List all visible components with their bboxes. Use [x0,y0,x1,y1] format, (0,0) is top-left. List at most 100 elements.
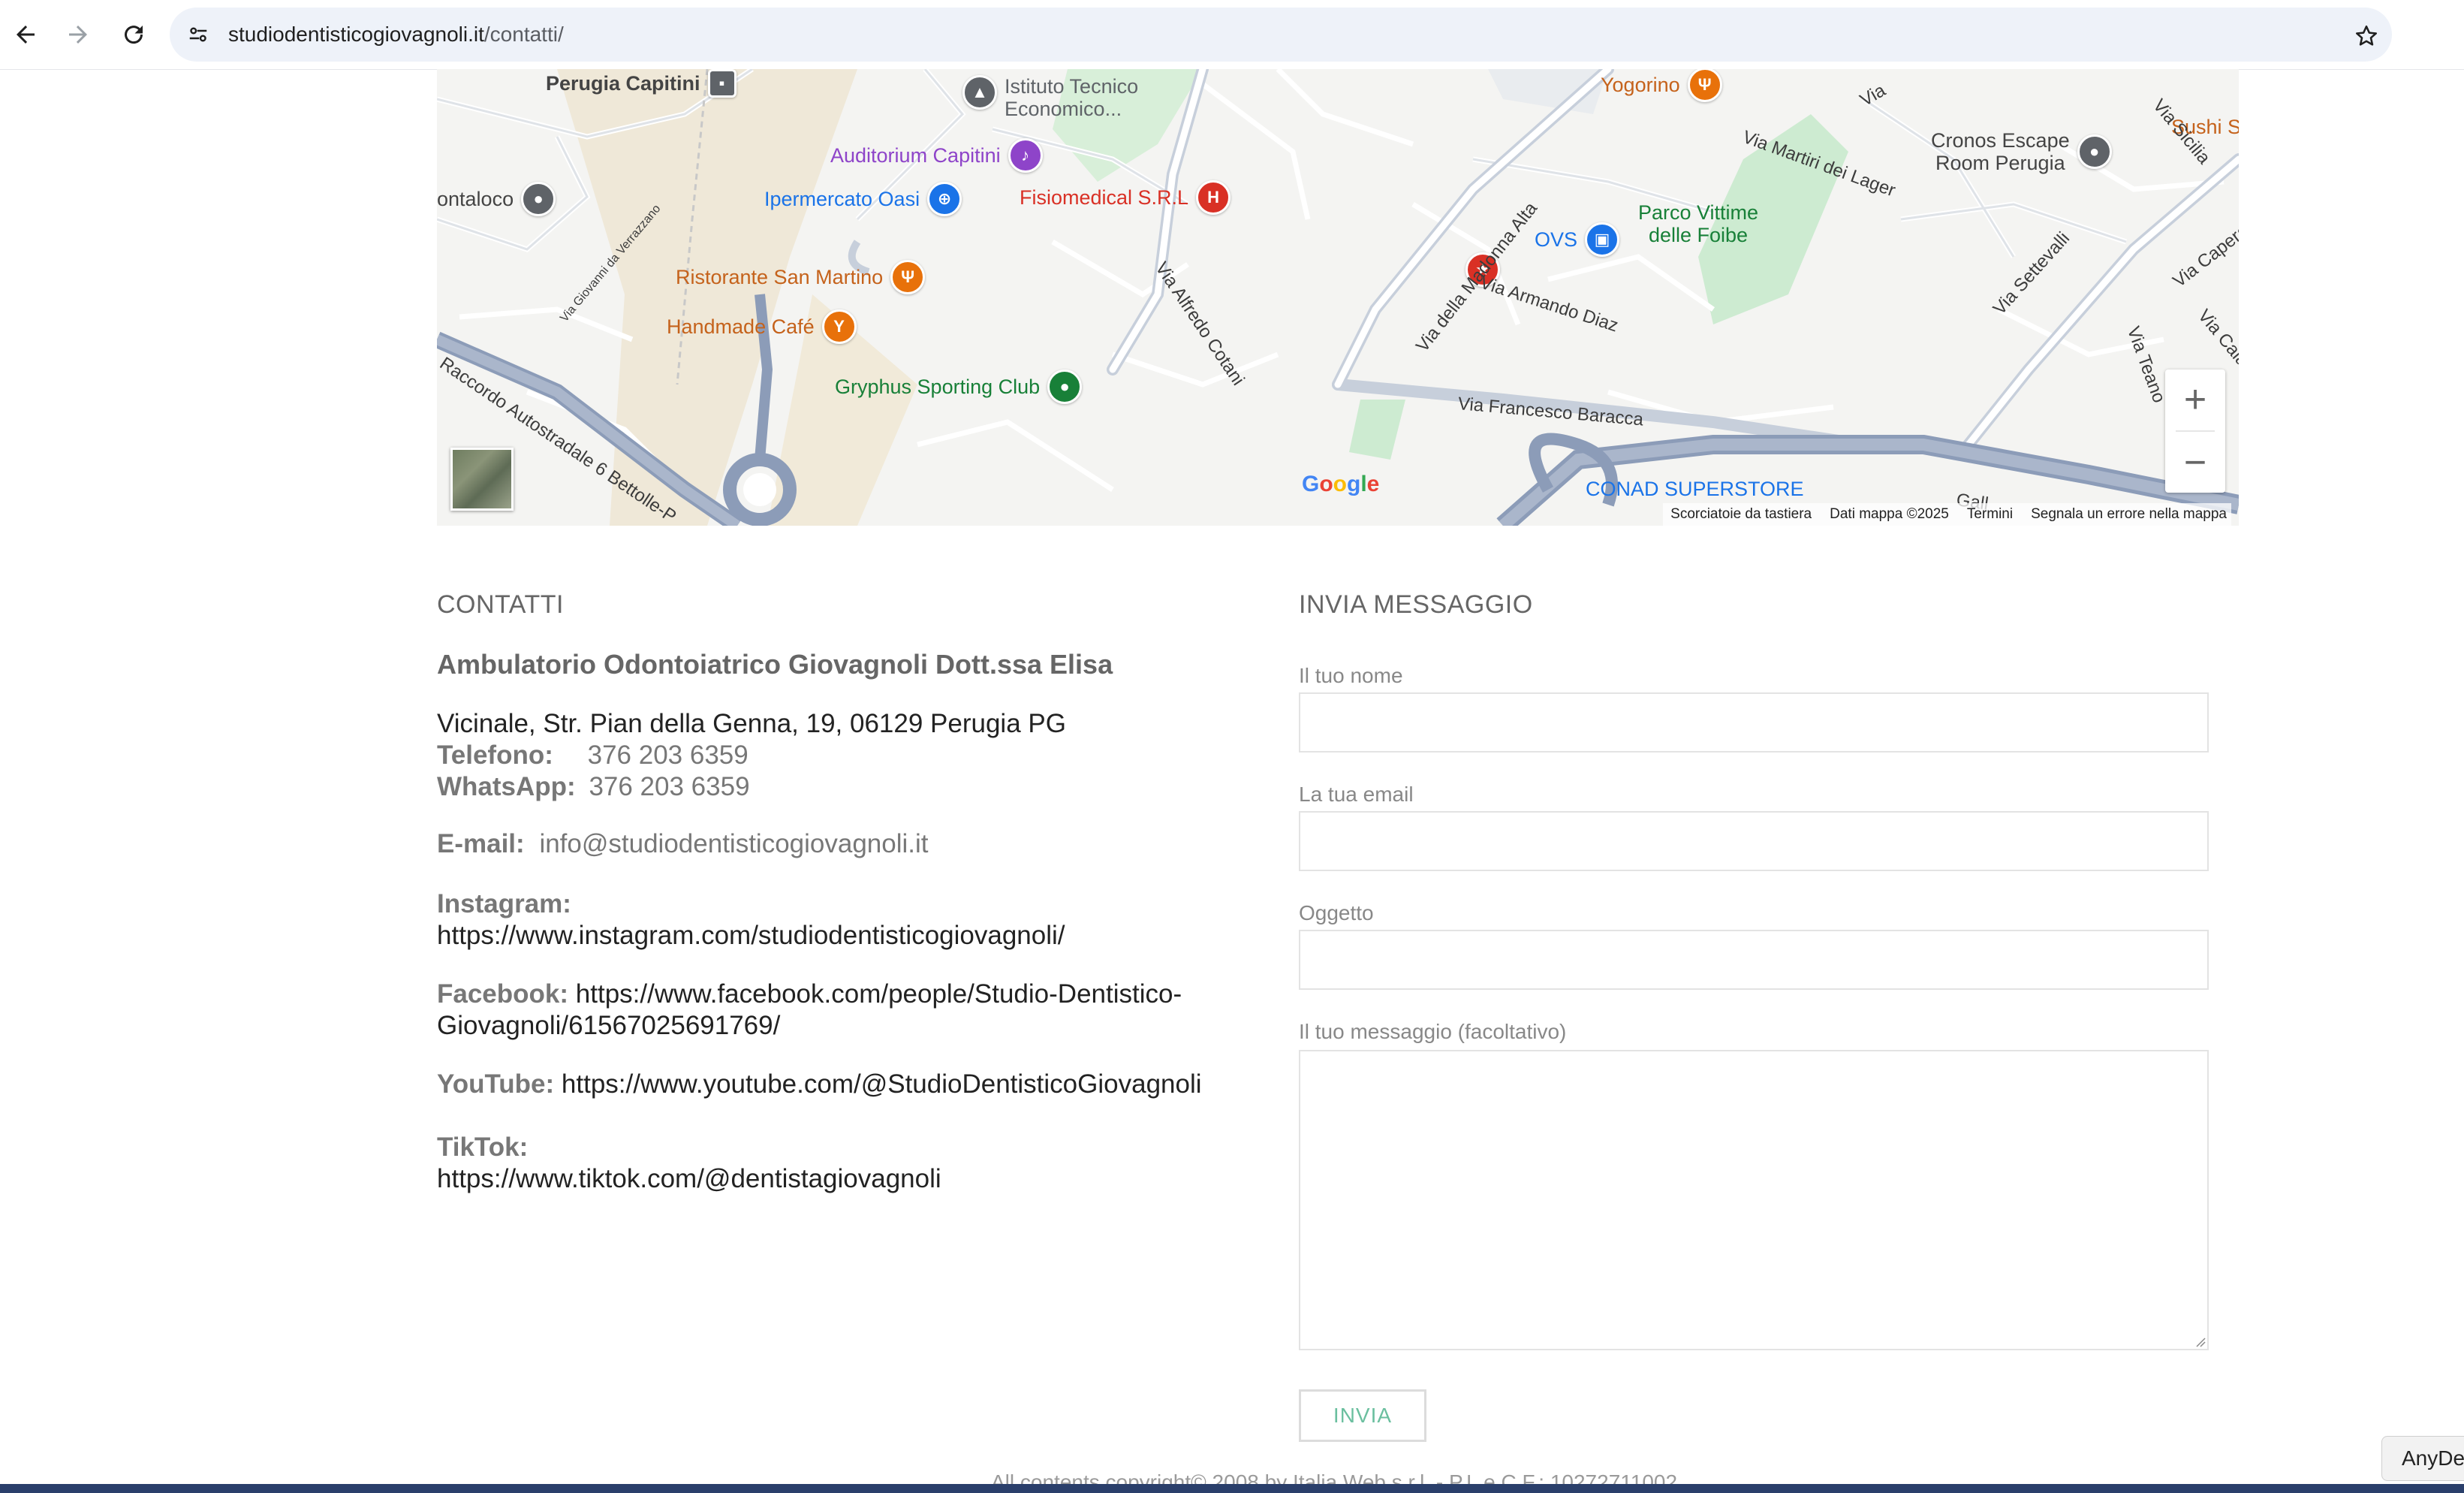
tiktok-link[interactable]: https://www.tiktok.com/@dentistagiovagno… [437,1164,941,1194]
tiktok-label: TikTok: [437,1133,529,1162]
resize-grip-icon[interactable] [2194,1335,2206,1347]
sport-icon: ● [1047,369,1083,404]
poi-label: Gryphus Sporting Club [835,375,1041,398]
site-info-button[interactable] [182,18,215,51]
email-input[interactable] [1300,813,2207,870]
map-attribution: Scorciatoie da tastiera Dati mappa ©2025… [1663,503,2231,526]
poi-label: Ristorante San Martino [676,265,884,288]
facebook-link-cont[interactable]: Giovagnoli/61567025691769/ [437,1011,780,1041]
url-path: /contatti/ [483,23,564,46]
facebook-label: Facebook: [437,979,569,1009]
email-link[interactable]: info@studiodentisticogiovagnoli.it [539,829,928,858]
poi-label: Yogorino [1601,73,1680,96]
reload-button[interactable] [113,14,155,56]
poi-label: Istituto Tecnico Economico... [1005,75,1139,120]
youtube-line: YouTube: https://www.youtube.com/@Studio… [437,1069,1202,1099]
phone-label: Telefono: [437,740,553,770]
zoom-controls: + − [2165,369,2225,493]
contacts-title: CONTATTI [437,590,564,619]
poi-ristorante-san-martino[interactable]: Ristorante San Martino Ψ [676,260,926,294]
school-icon: ▲ [962,75,997,110]
back-button[interactable] [5,14,47,56]
url-text[interactable]: studiodentisticogiovagnoli.it/contatti/ [228,8,564,62]
poi-gryphus-sporting-club[interactable]: Gryphus Sporting Club ● [835,369,1083,404]
instagram-label-line: Instagram: [437,889,571,919]
youtube-label: YouTube: [437,1069,555,1099]
poi-handmade-cafe[interactable]: Handmade Café Y [667,309,857,344]
email-label: E-mail: [437,829,525,858]
poi-label: Fisiomedical S.R.L [1020,185,1189,209]
submit-button[interactable]: INVIA [1299,1389,1426,1442]
poi-perugia-capitini[interactable]: Perugia Capitini ▪ [546,69,736,98]
whatsapp-value[interactable]: 376 203 6359 [589,772,749,801]
poi-label: ontaloco [437,187,514,210]
poi-ovs[interactable]: OVS ▣ [1535,222,1620,257]
subject-label: Oggetto [1299,901,1374,924]
clinic-name: Ambulatorio Odontoiatrico Giovagnoli Dot… [437,649,1113,680]
poi-label: OVS [1535,228,1578,251]
youtube-link[interactable]: https://www.youtube.com/@StudioDentistic… [562,1069,1202,1099]
browser-toolbar: studiodentisticogiovagnoli.it/contatti/ [0,0,2464,70]
poi-label: Handmade Café [667,315,815,338]
poi-istituto-tecnico[interactable]: ▲ Istituto Tecnico Economico... [962,75,1138,120]
arrow-right-icon [69,26,87,44]
poi-conad-superstore[interactable]: CONAD SUPERSTORE [1586,478,1804,501]
phone-value[interactable]: 376 203 6359 [588,740,749,770]
poi-cronos-escape-room[interactable]: Cronos Escape Room Perugia ● [1931,129,2112,174]
poi-label: Perugia Capitini [546,71,700,95]
tune-icon [189,27,207,42]
instagram-label: Instagram: [437,889,571,918]
poi-ipermercato-oasi[interactable]: Ipermercato Oasi ⊕ [764,182,962,216]
message-textarea[interactable] [1299,1050,2209,1350]
terms-link[interactable]: Termini [1967,506,2013,523]
poi-label: CONAD SUPERSTORE [1586,478,1804,500]
satellite-toggle-button[interactable] [450,448,514,511]
hospital-icon: H [1196,180,1231,215]
name-input[interactable] [1300,694,2207,751]
facebook-link[interactable]: https://www.facebook.com/people/Studio-D… [576,979,1182,1009]
whatsapp-label: WhatsApp: [437,772,576,801]
poi-yogorino[interactable]: Yogorino Ψ [1601,69,1722,102]
poi-ontaloco[interactable]: ontaloco ● [437,182,556,216]
form-title: INVIA MESSAGGIO [1299,590,1533,619]
instagram-link[interactable]: https://www.instagram.com/studiodentisti… [437,921,1065,951]
email-field[interactable] [1299,811,2209,871]
cart-icon: ⊕ [927,182,962,216]
subject-field[interactable] [1299,930,2209,990]
google-map[interactable]: Perugia Capitini ▪ ▲ Istituto Tecnico Ec… [437,69,2239,526]
facebook-line: Facebook: https://www.facebook.com/peopl… [437,979,1182,1009]
cocktail-icon: Y [821,309,857,344]
place-icon: ● [521,182,556,216]
place-icon: ● [2077,134,2112,169]
arrow-left-icon [17,26,35,44]
poi-label: Cronos Escape Room Perugia [1931,129,2070,174]
url-host: studiodentisticogiovagnoli.it [228,23,484,46]
poi-label: Ipermercato Oasi [764,187,920,210]
google-logo: Google [1302,472,1380,496]
anydesk-tab[interactable]: AnyDesk [2381,1436,2464,1481]
phone-line: Telefono: 376 203 6359 [437,740,749,771]
reload-icon [125,26,143,44]
poi-parco-vittime[interactable]: Parco Vittime delle Foibe [1638,201,1758,246]
zoom-separator [2176,430,2215,432]
food-icon: Ψ [1687,69,1722,102]
zoom-out-button[interactable]: − [2165,433,2225,493]
forward-button[interactable] [57,14,99,56]
poi-fisiomedical[interactable]: Fisiomedical S.R.L H [1020,180,1231,215]
poi-auditorium-capitini[interactable]: Auditorium Capitini ♪ [830,138,1043,173]
poi-label: Parco Vittime delle Foibe [1638,201,1759,246]
zoom-in-button[interactable]: + [2165,369,2225,430]
poi-label: Auditorium Capitini [830,143,1001,167]
music-icon: ♪ [1008,138,1043,173]
footer-bar [0,1484,2464,1493]
subject-input[interactable] [1300,931,2207,988]
name-field[interactable] [1299,692,2209,753]
message-label: Il tuo messaggio (facoltativo) [1299,1020,1567,1043]
bus-stop-icon: ▪ [707,69,736,98]
bookmark-button[interactable] [2348,18,2384,54]
address-bar[interactable]: studiodentisticogiovagnoli.it/contatti/ [170,8,2392,62]
email-line: E-mail: info@studiodentisticogiovagnoli.… [437,829,929,859]
keyboard-shortcuts-link[interactable]: Scorciatoie da tastiera [1670,506,1812,523]
report-error-link[interactable]: Segnala un errore nella mappa [2031,506,2227,523]
star-icon [2355,25,2378,46]
